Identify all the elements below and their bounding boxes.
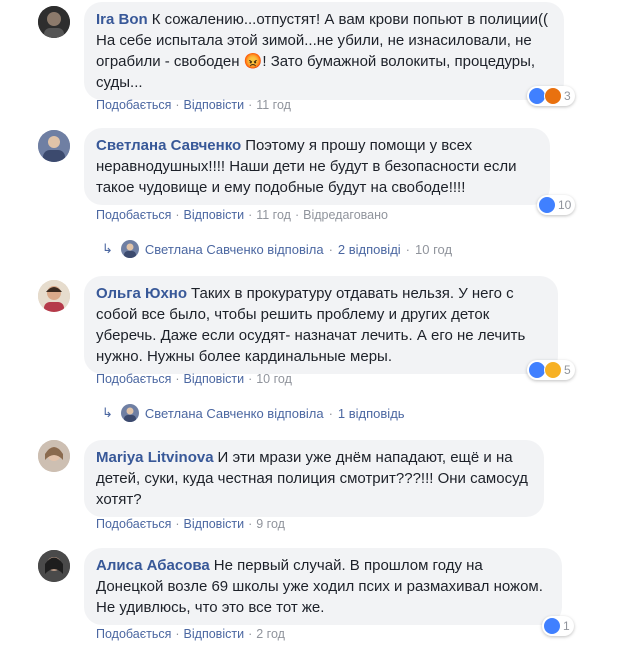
comment-actions: Подобається · Відповісти · 11 год · Відредагов… (96, 208, 388, 222)
comment-text: К сожалению...отпустят! А вам крови попь… (96, 11, 549, 91)
timestamp[interactable]: 11 год (256, 208, 291, 222)
avatar[interactable] (38, 6, 70, 38)
reactions-summary[interactable]: 10 (537, 195, 576, 215)
comment-bubble: Светлана Савченко Поэтому я прошу помощи … (84, 128, 550, 205)
reply-arrow-icon: ↳ (102, 405, 113, 420)
reply-button[interactable]: Відповісти (184, 627, 245, 641)
replies-author: Светлана Савченко відповіла (144, 405, 324, 421)
reply-button[interactable]: Відповісти (184, 98, 245, 112)
comment-bubble: Ольга Юхно Таких в прокуратуру отдавать н… (84, 276, 558, 374)
like-button[interactable]: Подобається (96, 372, 171, 386)
edited-label[interactable]: Відредаговано (303, 208, 388, 222)
avatar[interactable] (38, 440, 70, 472)
replies-time: 10 год (415, 241, 453, 257)
like-button[interactable]: Подобається (96, 98, 171, 112)
like-button[interactable]: Подобається (96, 517, 171, 531)
timestamp[interactable]: 9 год (256, 517, 285, 531)
like-icon (543, 617, 561, 635)
reply-arrow-icon: ↳ (102, 241, 113, 256)
reactions-summary[interactable]: 3 (527, 86, 575, 106)
comment-author[interactable]: Светлана Савченко (96, 137, 241, 154)
reply-button[interactable]: Відповісти (184, 208, 245, 222)
avatar (120, 240, 139, 258)
replies-count: 2 відповіді (337, 241, 401, 257)
avatar[interactable] (38, 130, 70, 162)
comment-author[interactable]: Ольга Юхно (96, 285, 187, 302)
replies-author: Светлана Савченко відповіла (144, 241, 324, 257)
like-button[interactable]: Подобається (96, 627, 171, 641)
reaction-count: 5 (564, 363, 571, 377)
like-button[interactable]: Подобається (96, 208, 171, 222)
avatar (120, 404, 139, 422)
comment-actions: Подобається · Відповісти · 11 год (96, 98, 291, 112)
reaction-count: 3 (564, 89, 571, 103)
avatar[interactable] (38, 550, 70, 582)
reactions-summary[interactable]: 1 (542, 616, 574, 636)
view-replies-link[interactable]: ↳ Светлана Савченко відповіла · 2 відповід… (102, 240, 452, 258)
comment-author[interactable]: Mariya Litvinova (96, 449, 214, 466)
like-icon (538, 196, 556, 214)
comment-actions: Подобається · Відповісти · 9 год (96, 517, 285, 531)
comment-author[interactable]: Алиса Абасова (96, 557, 210, 574)
comment-bubble: Mariya Litvinova И эти мрази уже днём нап… (84, 440, 544, 517)
reply-button[interactable]: Відповісти (184, 372, 245, 386)
comment-bubble: Алиса Абасова Не первый случай. В прошлом… (84, 548, 562, 625)
replies-count: 1 відповідь (337, 405, 405, 421)
comment-author[interactable]: Ira Bon (96, 11, 148, 28)
angry-icon (544, 87, 562, 105)
reactions-summary[interactable]: 5 (527, 360, 575, 380)
view-replies-link[interactable]: ↳ Светлана Савченко відповіла · 1 відповід… (102, 404, 405, 422)
reply-button[interactable]: Відповісти (184, 517, 245, 531)
timestamp[interactable]: 2 год (256, 627, 285, 641)
comment-actions: Подобається · Відповісти · 10 год (96, 372, 292, 386)
reaction-count: 1 (563, 619, 570, 633)
sad-icon (544, 361, 562, 379)
comment-bubble: Ira Bon К сожалению...отпустят! А вам кро… (84, 2, 564, 100)
timestamp[interactable]: 11 год (256, 98, 291, 112)
comment-actions: Подобається · Відповісти · 2 год (96, 627, 285, 641)
timestamp[interactable]: 10 год (256, 372, 292, 386)
reaction-count: 10 (558, 198, 572, 212)
avatar[interactable] (38, 280, 70, 312)
